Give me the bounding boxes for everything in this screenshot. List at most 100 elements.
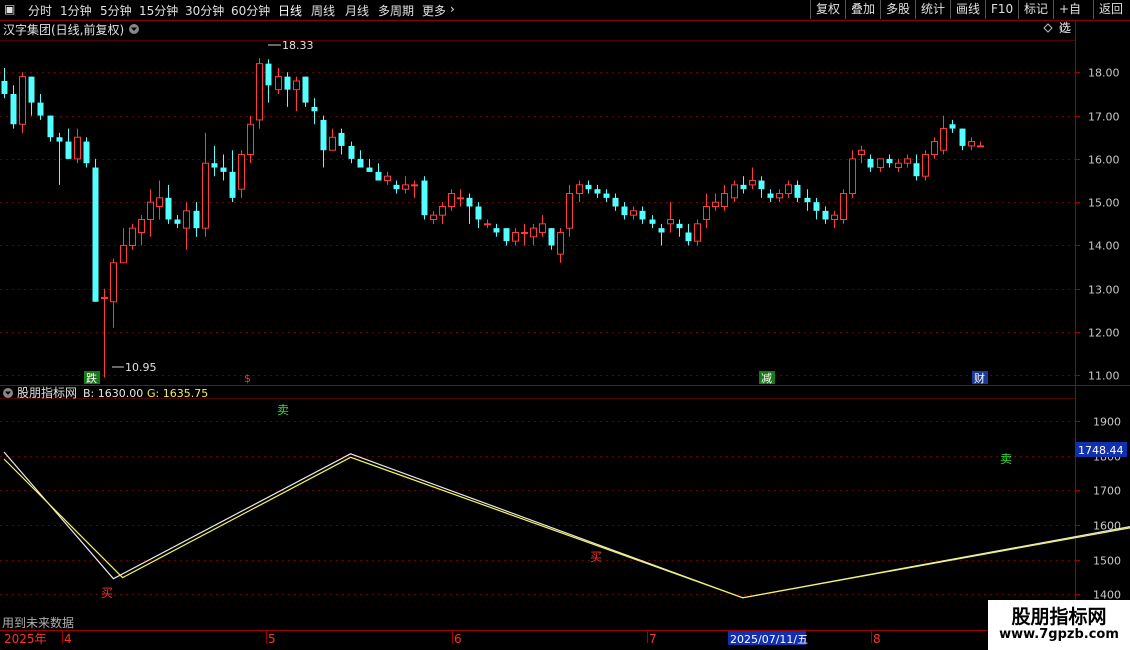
candle-body	[968, 141, 975, 147]
candle-up	[74, 128, 81, 164]
candle-up	[977, 141, 984, 148]
stock-chart[interactable]: 18.00 17.00 16.00 15.00 14.00 13.00 12.00 11.00…	[0, 0, 1130, 650]
candle-up	[731, 180, 738, 203]
candle-body	[612, 197, 619, 207]
current-value: 1748.44	[1078, 444, 1124, 457]
candle-body	[448, 193, 455, 208]
candle-up	[147, 189, 154, 237]
event-marker-dividend[interactable]: $	[244, 372, 251, 385]
candle-body	[749, 180, 756, 186]
candle-up	[484, 219, 491, 229]
candle-down	[284, 72, 291, 107]
candle-body	[822, 210, 829, 220]
y-tick-label: 11.00	[1088, 370, 1120, 383]
candle-down	[165, 184, 172, 224]
diamond-icon[interactable]	[1043, 23, 1053, 33]
circle-icon[interactable]	[1059, 23, 1069, 33]
candle-body	[867, 158, 874, 168]
candle-up	[557, 228, 564, 263]
candle-down	[949, 119, 956, 133]
watermark-name: 股朋指标网	[1011, 606, 1107, 628]
candle-up	[849, 150, 856, 198]
candle-up	[156, 180, 163, 220]
candle-down	[65, 128, 72, 159]
candle-body	[658, 228, 665, 233]
candle-down	[612, 193, 619, 211]
y-tick-label: 16.00	[1088, 154, 1120, 167]
candle-body	[110, 262, 117, 303]
candle-body	[804, 197, 811, 203]
candle-up	[566, 184, 573, 237]
candle-down	[174, 215, 181, 229]
candle-body	[667, 218, 674, 225]
candle-body	[813, 202, 820, 211]
candle-body	[694, 223, 701, 242]
candle-body	[265, 63, 272, 86]
candle-up	[521, 223, 528, 246]
event-marker-finance[interactable]: 财	[974, 371, 985, 385]
candle-down	[813, 197, 820, 220]
y-tick-label: 14.00	[1088, 240, 1120, 253]
candle-body	[785, 184, 792, 195]
candle-body	[758, 180, 765, 190]
candle-body	[47, 115, 54, 138]
candle-body	[977, 145, 984, 148]
candle-down	[466, 193, 473, 224]
candle-down	[959, 128, 966, 151]
candle-down	[594, 184, 601, 198]
candle-up	[110, 258, 117, 328]
candle-body	[457, 197, 464, 200]
candle-body	[183, 210, 190, 229]
candle-down	[220, 154, 227, 181]
candle-down	[10, 85, 17, 129]
dropdown-icon[interactable]	[129, 24, 139, 34]
candle-down	[475, 202, 482, 229]
event-marker-drop[interactable]: 跌	[86, 371, 97, 385]
candle-body	[484, 223, 491, 226]
candle-down	[585, 180, 592, 194]
candle-body	[147, 201, 154, 220]
candle-down	[229, 150, 236, 203]
candle-down	[56, 132, 63, 185]
indicator-dropdown-icon[interactable]	[3, 388, 13, 398]
y-tick-label: 17.00	[1088, 111, 1120, 124]
candle-body	[120, 244, 127, 264]
candle-down	[886, 154, 893, 168]
candle-body	[411, 184, 418, 187]
future-data-note: 用到未来数据	[2, 615, 74, 630]
candle-body	[211, 163, 218, 168]
candle-body	[220, 167, 227, 172]
candle-up	[411, 180, 418, 198]
candle-down	[302, 76, 309, 107]
candle-down	[47, 115, 54, 142]
candle-body	[10, 93, 17, 125]
candle-body	[621, 206, 628, 216]
candle-up	[721, 184, 728, 211]
x-label-month: 7	[649, 632, 657, 646]
candle-up	[129, 223, 136, 250]
candle-down	[658, 223, 665, 246]
x-label-month: 6	[454, 632, 462, 646]
candle-body	[530, 227, 537, 238]
candle-body	[466, 197, 473, 207]
candle-body	[83, 141, 90, 164]
candle-up	[512, 228, 519, 246]
main-y-axis: 18.00 17.00 16.00 15.00 14.00 13.00 12.00 11.00	[1075, 67, 1120, 383]
candle-body	[548, 228, 555, 246]
indicator-line-b	[3, 451, 1130, 599]
candle-body	[193, 210, 200, 229]
signal-sell: 卖	[1000, 452, 1012, 466]
indicator-grid	[0, 421, 1075, 595]
candle-up	[630, 206, 637, 220]
candle-up	[430, 210, 437, 224]
candle-down	[804, 189, 811, 211]
event-marker-reduce[interactable]: 减	[761, 372, 772, 385]
y-tick-label: 1500	[1093, 555, 1121, 568]
signal-buy: 买	[101, 586, 113, 600]
candle-up	[940, 115, 947, 155]
candle-up	[831, 210, 838, 229]
signal-buy: 买	[590, 550, 602, 564]
signal-sell: 卖	[277, 403, 289, 417]
candle-body	[238, 154, 245, 190]
y-tick-label: 1700	[1093, 485, 1121, 498]
